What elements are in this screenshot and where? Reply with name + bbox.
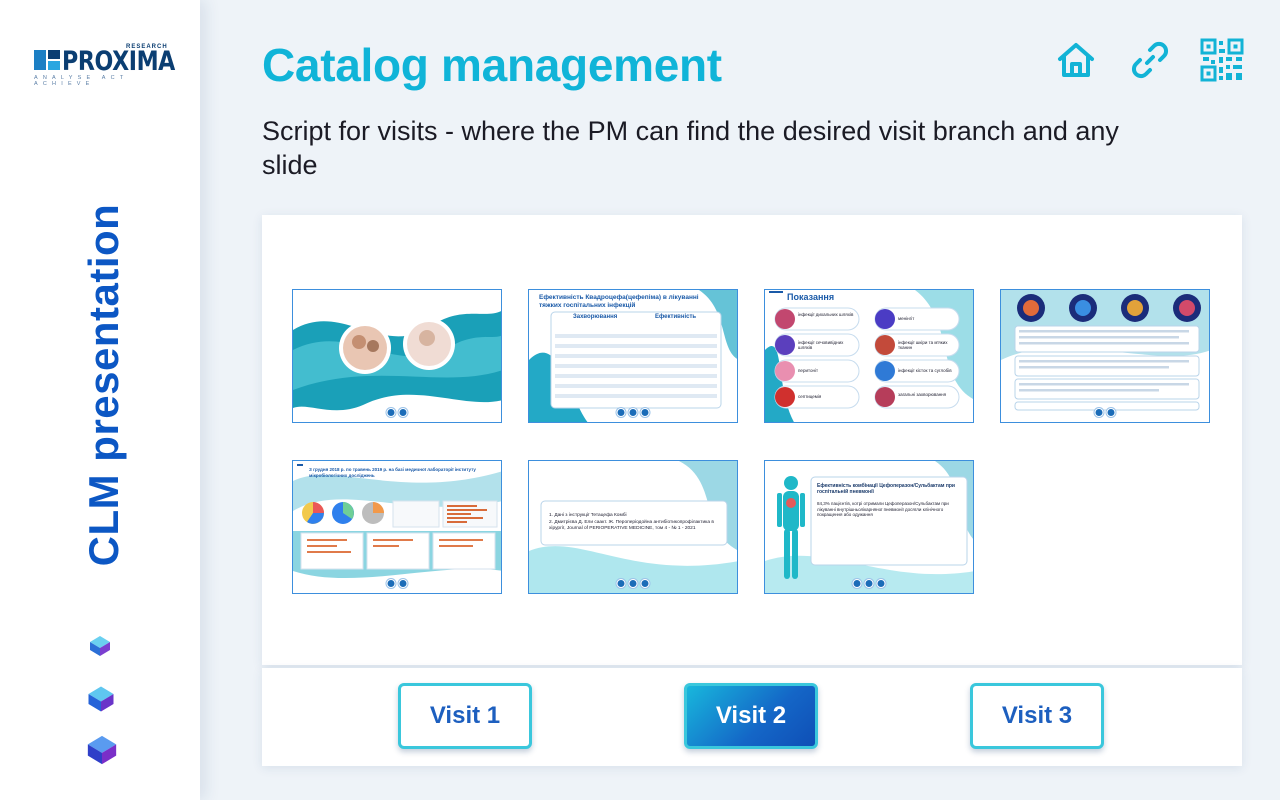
- slide-6-ref-2: 2. Дмитрієва Д. Ели саакт. Ж. Пероперіод…: [549, 520, 714, 531]
- slide-1-nav: [386, 408, 408, 417]
- slide-thumbnail-2[interactable]: Ефективність Квадроцефа(цефепіма) в ліку…: [528, 289, 738, 423]
- vertical-title-text: CLM presentation: [80, 203, 127, 567]
- slide-2-col1: Захворювання: [573, 314, 618, 320]
- page-title: Catalog management: [262, 39, 722, 91]
- visit-1-button[interactable]: Visit 1: [398, 683, 532, 749]
- slide-3-item-6: інфекції кісток та суглобів: [898, 368, 952, 373]
- slide-5-nav: [386, 579, 408, 588]
- cube-icon-medium: [86, 684, 116, 714]
- slide-1-art: [293, 310, 501, 411]
- proxima-logo[interactable]: RESEARCH PROXIMA ANALYSE ACT ACHIEVE: [34, 44, 175, 87]
- logo-name: PROXIMA: [62, 46, 175, 77]
- slide-3-item-7: септицемія: [798, 394, 822, 399]
- link-icon[interactable]: [1128, 38, 1172, 82]
- slide-6-nav: [616, 579, 650, 588]
- qr-code-icon[interactable]: [1200, 38, 1244, 82]
- cube-icon-large: [85, 733, 119, 767]
- slide-thumbnail-7[interactable]: Ефективність комбінації Цефоперазон/Суль…: [764, 460, 974, 594]
- slide-3-item-5: перитоніт: [798, 368, 819, 373]
- visit-3-button[interactable]: Visit 3: [970, 683, 1104, 749]
- slide-3-item-1: інфекції дихальних шляхів: [798, 312, 854, 317]
- logo-mark-icon: [34, 50, 60, 70]
- slide-thumbnail-1[interactable]: [292, 289, 502, 423]
- slides-panel: Ефективність Квадроцефа(цефепіма) в ліку…: [262, 215, 1242, 665]
- slide-thumbnail-3[interactable]: Показання інфекції дихальних шляхів мені…: [764, 289, 974, 423]
- sidebar: RESEARCH PROXIMA ANALYSE ACT ACHIEVE CLM…: [0, 0, 200, 800]
- slide-4-art: [1001, 290, 1209, 411]
- slide-3-item-8: загальні захворювання: [898, 392, 947, 397]
- slide-2-nav: [616, 408, 650, 417]
- home-icon[interactable]: [1054, 38, 1098, 82]
- slide-3-art: [765, 290, 973, 422]
- slide-thumbnail-5[interactable]: З грудня 2018 р. по травень 2019 р. на б…: [292, 460, 502, 594]
- slide-4-nav: [1094, 408, 1116, 417]
- visit-selector: Visit 1 Visit 2 Visit 3: [262, 668, 1242, 766]
- slide-6-ref-1: 1. Дані з інструкції Тетацефа Комбі: [549, 513, 627, 518]
- slide-3-item-2: менінгіт: [898, 316, 915, 321]
- slide-7-body: 84,3% пацієнтів, котрі отримали Цефопера…: [817, 501, 949, 518]
- page-subtitle: Script for visits - where the PM can fin…: [262, 116, 1119, 180]
- slide-5-heading: З грудня 2018 р. по травень 2019 р. на б…: [309, 467, 476, 478]
- logo-tagline: ANALYSE ACT ACHIEVE: [34, 75, 129, 87]
- slide-thumbnail-6[interactable]: 1. Дані з інструкції Тетацефа Комбі 2. Д…: [528, 460, 738, 594]
- slide-2-col2: Ефективність: [655, 314, 697, 320]
- visit-2-button[interactable]: Visit 2: [684, 683, 818, 749]
- slide-thumbnail-4[interactable]: [1000, 289, 1210, 423]
- vertical-title: CLM presentation: [79, 180, 129, 590]
- slide-7-heading: Ефективність комбінації Цефоперазон/Суль…: [817, 483, 956, 495]
- slide-5-art: [293, 464, 501, 579]
- slide-7-art: [765, 461, 973, 593]
- slide-7-nav: [852, 579, 886, 588]
- slide-3-heading: Показання: [787, 292, 835, 302]
- slide-2-heading: Ефективність Квадроцефа(цефепіма) в ліку…: [539, 294, 699, 309]
- cube-icon-small: [88, 634, 112, 658]
- slide-3-item-3: інфекції сечовивідних шляхів: [798, 340, 844, 350]
- slide-3-item-4: інфекції шкіри та м'яких тканин: [898, 340, 948, 350]
